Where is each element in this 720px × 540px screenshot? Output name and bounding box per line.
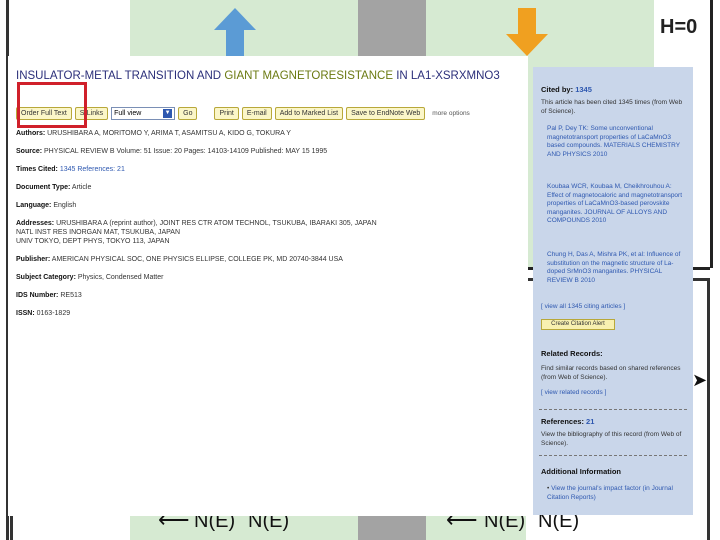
arrow-right-icon: ➤ (692, 370, 708, 390)
spin-up-arrow-icon (214, 8, 256, 56)
citation-sidebar: Cited by: 1345 This article has been cit… (533, 67, 693, 515)
spin-down-arrow-icon (506, 8, 548, 56)
cited-by-heading: Cited by: 1345 (541, 85, 592, 94)
title-highlight: GIANT MAGNETORESISTANCE (224, 70, 394, 82)
view-all-citing-link[interactable]: [ view all 1345 citing articles ] (541, 303, 687, 310)
cited-intro: This article has been cited 1345 times (… (541, 99, 683, 115)
field-publisher: Publisher: AMERICAN PHYSICAL SOC, ONE PH… (16, 256, 343, 263)
citing-article[interactable]: Chung H, Das A, Mishra PK, et al: Influe… (547, 251, 683, 285)
view-select[interactable]: Full view ▼ (111, 106, 176, 120)
go-button[interactable]: Go (178, 106, 198, 120)
citing-article[interactable]: Koubaa WCR, Koubaa M, Cheikhrouhou A: Ef… (547, 183, 683, 226)
chevron-down-icon: ▼ (163, 108, 173, 118)
cited-by-count-link[interactable]: 1345 (575, 85, 592, 94)
field-subject-category: Subject Category: Physics, Condensed Mat… (16, 274, 164, 281)
title-text: IN LA1-XSRXMNO3 (393, 70, 500, 82)
field-ids-number: IDS Number: RE513 (16, 292, 82, 299)
save-to-endnote-button[interactable]: Save to EndNote Web (346, 106, 426, 120)
more-options-link[interactable]: more options (432, 110, 470, 117)
field-authors: Authors: URUSHIBARA A, MORITOMO Y, ARIMA… (16, 130, 291, 137)
divider (539, 409, 687, 410)
field-issn: ISSN: 0163-1829 (16, 310, 71, 317)
view-select-value: Full view (114, 109, 142, 117)
additional-info-item[interactable]: • View the journal's impact factor (in J… (547, 485, 683, 502)
record-page: INSULATOR-METAL TRANSITION AND GIANT MAG… (8, 56, 528, 516)
bullet-icon: • (547, 485, 550, 492)
related-records-text: Find similar records based on shared ref… (541, 365, 681, 381)
field-address-line: NATL INST RES INORGAN MAT, TSUKUBA, JAPA… (16, 229, 181, 236)
field-language: Language: English (16, 202, 77, 209)
view-related-link[interactable]: [ view related records ] (541, 389, 687, 396)
field-document-type: Document Type: Article (16, 184, 92, 191)
divider (539, 455, 687, 456)
citing-article[interactable]: Pal P, Dey TK: Some unconventional magne… (547, 125, 683, 159)
additional-info-heading: Additional Information (541, 467, 621, 476)
field-addresses: Addresses: URUSHIBARA A (reprint author)… (16, 220, 377, 227)
references-count-link[interactable]: 21 (586, 417, 594, 426)
email-button[interactable]: E-mail (241, 106, 272, 120)
create-citation-alert-button[interactable]: Create Citation Alert (541, 319, 615, 330)
related-records-heading: Related Records: (541, 349, 603, 358)
field-source: Source: PHYSICAL REVIEW B Volume: 51 Iss… (16, 148, 328, 155)
highlight-box (17, 82, 87, 128)
add-to-marked-list-button[interactable]: Add to Marked List (274, 106, 344, 120)
references-heading: References: 21 (541, 417, 595, 426)
field-times-cited: Times Cited: 1345 References: 21 (16, 166, 125, 173)
field-address-line: UNIV TOKYO, DEPT PHYS, TOKYO 113, JAPAN (16, 238, 170, 245)
print-button[interactable]: Print (214, 106, 239, 120)
page-title: INSULATOR-METAL TRANSITION AND GIANT MAG… (16, 70, 500, 82)
right-axis-line (710, 0, 713, 268)
title-text: INSULATOR-METAL TRANSITION AND (16, 70, 225, 82)
references-text: View the bibliography of this record (fr… (541, 431, 682, 447)
field-label: H=0 (660, 16, 698, 38)
